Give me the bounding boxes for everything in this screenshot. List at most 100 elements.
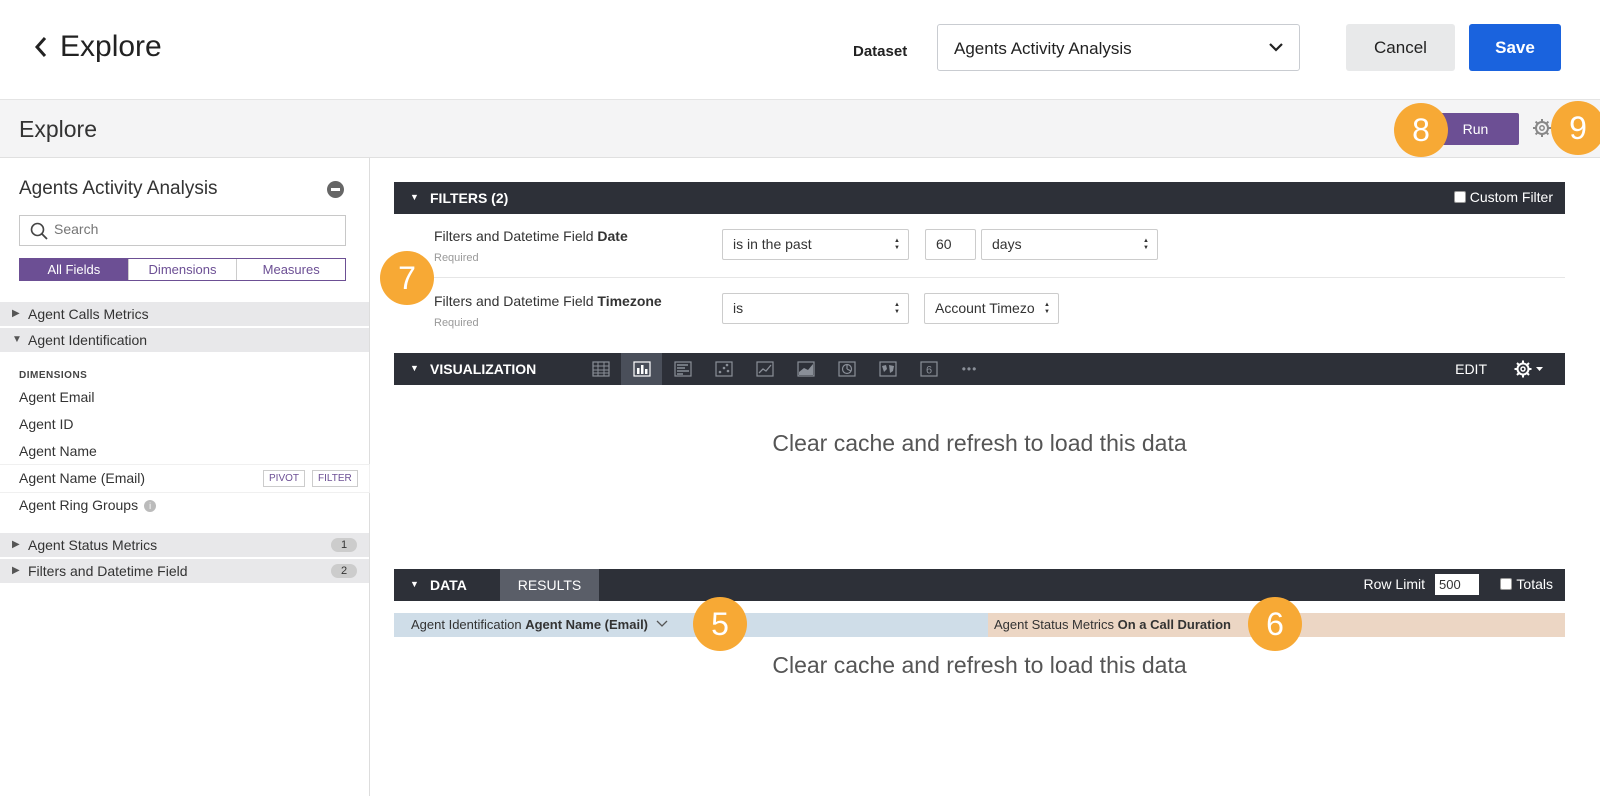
tab-all-fields[interactable]: All Fields <box>20 259 128 280</box>
search-input[interactable] <box>54 221 334 237</box>
collapse-icon[interactable] <box>327 181 344 198</box>
line-chart-icon[interactable] <box>744 353 785 385</box>
callout-badge-6: 6 <box>1248 597 1302 651</box>
checkbox-icon[interactable] <box>1453 191 1466 203</box>
filter-prefix: Filters and Datetime Field <box>434 293 594 309</box>
field-agent-name[interactable]: Agent Name <box>0 438 369 465</box>
single-value-icon[interactable]: 6 <box>908 353 949 385</box>
top-header: Explore Dataset Agents Activity Analysis… <box>0 0 1600 100</box>
scatter-icon[interactable] <box>703 353 744 385</box>
column-view: Agent Identification <box>411 617 522 632</box>
filter-divider <box>434 277 1565 278</box>
caret-down-icon: ▼ <box>410 579 419 589</box>
group-agent-identification[interactable]: ▼ Agent Identification <box>0 328 369 352</box>
info-icon[interactable]: i <box>144 500 157 513</box>
dimensions-heading: DIMENSIONS <box>19 370 88 381</box>
page-title: Explore <box>60 30 162 63</box>
caret-down-icon: ▼ <box>12 334 22 345</box>
data-tab[interactable]: DATA <box>430 577 467 593</box>
group-agent-calls-metrics[interactable]: ▶ Agent Calls Metrics <box>0 302 369 326</box>
dataset-label: Dataset <box>853 43 908 60</box>
visualization-empty-message: Clear cache and refresh to load this dat… <box>772 430 1187 456</box>
required-note: Required <box>434 252 479 264</box>
custom-filter-toggle[interactable]: Custom Filter <box>1453 189 1553 205</box>
timezone-value-select[interactable]: Account Timezo ▲ ▼ <box>924 293 1059 324</box>
callout-badge-8: 8 <box>1394 103 1448 157</box>
table-icon[interactable] <box>580 353 621 385</box>
group-label: Agent Status Metrics <box>28 537 158 553</box>
checkbox-icon[interactable] <box>1500 578 1513 590</box>
callout-badge-9: 9 <box>1551 101 1600 155</box>
edit-visualization-button[interactable]: EDIT <box>1455 361 1487 377</box>
chevron-left-icon <box>34 37 47 57</box>
area-chart-icon[interactable] <box>785 353 826 385</box>
column-field: Agent Name (Email) <box>525 617 649 632</box>
filter-button[interactable]: FILTER <box>312 470 358 487</box>
cancel-button[interactable]: Cancel <box>1346 24 1455 71</box>
group-label: Filters and Datetime Field <box>28 563 188 579</box>
explore-main: ▼ FILTERS (2) Custom Filter Filters and … <box>370 158 1600 796</box>
explore-name: Agents Activity Analysis <box>19 178 218 199</box>
timezone-operator-select[interactable]: is ▲ ▼ <box>722 293 909 324</box>
selected-count-badge: 1 <box>331 538 357 552</box>
gear-icon[interactable] <box>1532 118 1552 138</box>
select-value: is <box>733 300 744 316</box>
select-value: is in the past <box>733 236 812 252</box>
visualization-title: VISUALIZATION <box>430 361 537 377</box>
group-agent-status-metrics[interactable]: ▶ Agent Status Metrics 1 <box>0 533 369 557</box>
filter-name: Timezone <box>597 293 662 309</box>
select-value: days <box>992 236 1022 252</box>
pivot-button[interactable]: PIVOT <box>263 470 306 487</box>
date-operator-select[interactable]: is in the past ▲ ▼ <box>722 229 909 260</box>
dataset-select[interactable]: Agents Activity Analysis <box>937 24 1300 71</box>
selected-count-badge: 2 <box>331 564 357 578</box>
search-icon <box>30 222 48 240</box>
caret-down-icon: ▼ <box>410 192 419 202</box>
row-limit-label: Row Limit <box>1363 576 1425 592</box>
callout-badge-5: 5 <box>693 597 747 651</box>
column-chart-icon[interactable] <box>621 353 662 385</box>
filters-header[interactable]: ▼ FILTERS (2) Custom Filter <box>394 182 1565 214</box>
field-agent-email[interactable]: Agent Email <box>0 384 369 411</box>
field-agent-ring-groups[interactable]: Agent Ring Groups i <box>0 492 369 519</box>
gear-dropdown-icon[interactable] <box>1513 359 1547 379</box>
more-icon[interactable]: ••• <box>949 353 990 385</box>
filter-date-label: Filters and Datetime Field Date <box>434 228 628 244</box>
required-note: Required <box>434 317 479 329</box>
data-empty-message: Clear cache and refresh to load this dat… <box>772 652 1187 678</box>
custom-filter-label: Custom Filter <box>1469 189 1553 205</box>
totals-label: Totals <box>1516 576 1553 592</box>
field-agent-name-email[interactable]: Agent Name (Email) PIVOT FILTER <box>0 465 369 492</box>
group-label: Agent Calls Metrics <box>28 306 149 322</box>
updown-icon: ▲ ▼ <box>894 302 900 315</box>
field-picker-sidebar: Agents Activity Analysis All Fields Dime… <box>0 158 370 796</box>
input-value: 60 <box>936 236 952 252</box>
group-label: Agent Identification <box>28 332 148 348</box>
viz-type-picker: 6 ••• <box>580 353 990 385</box>
row-limit-input[interactable]: 500 <box>1435 574 1479 595</box>
filter-prefix: Filters and Datetime Field <box>434 228 594 244</box>
map-icon[interactable] <box>867 353 908 385</box>
group-filters-datetime[interactable]: ▶ Filters and Datetime Field 2 <box>0 559 369 583</box>
data-header[interactable]: ▼ DATA RESULTS Row Limit 500 Totals <box>394 569 1565 601</box>
pie-chart-icon[interactable] <box>826 353 867 385</box>
field-label: Agent Ring Groups <box>19 497 139 513</box>
date-unit-select[interactable]: days ▲ ▼ <box>981 229 1158 260</box>
field-search[interactable] <box>19 215 346 246</box>
field-agent-id[interactable]: Agent ID <box>0 411 369 438</box>
column-header-agent-name-email[interactable]: Agent Identification Agent Name (Email) <box>394 613 988 637</box>
chevron-down-icon[interactable] <box>656 620 668 628</box>
results-tab[interactable]: RESULTS <box>500 569 599 601</box>
caret-right-icon: ▶ <box>12 565 20 576</box>
callout-badge-7: 7 <box>380 251 434 305</box>
tab-measures[interactable]: Measures <box>236 259 345 280</box>
save-button[interactable]: Save <box>1469 24 1561 71</box>
totals-toggle[interactable]: Totals <box>1500 576 1553 592</box>
updown-icon: ▲ ▼ <box>894 238 900 251</box>
visualization-header[interactable]: ▼ VISUALIZATION 6 ••• EDIT <box>394 353 1565 385</box>
column-view: Agent Status Metrics <box>994 617 1114 632</box>
tab-dimensions[interactable]: Dimensions <box>127 259 237 280</box>
date-value-input[interactable]: 60 <box>925 229 976 260</box>
bar-chart-icon[interactable] <box>662 353 703 385</box>
caret-right-icon: ▶ <box>12 539 20 550</box>
